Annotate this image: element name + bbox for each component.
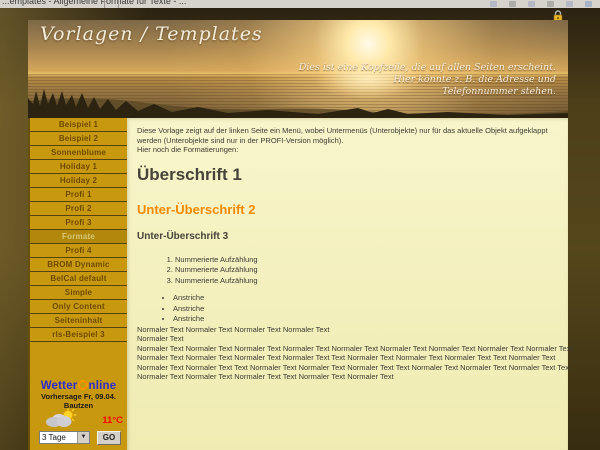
browser-toolbar-icon[interactable] <box>509 1 516 7</box>
heading-2: Unter-Überschrift 2 <box>137 202 563 217</box>
select-value: 3 Tage <box>40 432 77 443</box>
tagline-line: Dies ist eine Kopfzeile, die auf allen S… <box>299 62 556 74</box>
heading-3: Unter-Überschrift 3 <box>137 231 563 243</box>
screen: ...emplates - Allgemeine Formate für Tex… <box>0 0 600 450</box>
sidebar-item-simple[interactable]: Simple <box>30 286 127 300</box>
header-banner: Vorlagen / Templates Dies ist eine Kopfz… <box>28 20 568 118</box>
tagline-line: Hier könnte z. B. die Adresse und <box>299 74 556 86</box>
tagline-line: Telefonnummer stehen. <box>299 86 556 98</box>
normal-text-line: Normaler Text Normaler Text Normaler Tex… <box>137 325 329 334</box>
sidebar-item-formate[interactable]: Formate <box>30 230 127 244</box>
weather-widget: Wetternline Vorhersage Fr, 09.04. Bautze… <box>30 380 127 445</box>
sidebar-item-rls-beispiel-3[interactable]: rls-Beispiel 3 <box>30 328 127 342</box>
normal-text-short: Normaler Text Normaler Text Normaler Tex… <box>137 325 563 344</box>
sidebar-item-brom-dynamic[interactable]: BROM Dynamic <box>30 258 127 272</box>
intro-paragraph: Diese Vorlage zeigt auf der linken Seite… <box>137 126 567 145</box>
sidebar-item-belcal-default[interactable]: BelCal default <box>30 272 127 286</box>
weather-condition-row: 11°C <box>30 410 127 430</box>
sidebar: Beispiel 1 Beispiel 2 Sonnenblume Holida… <box>28 118 127 450</box>
normal-text-long: Normaler Text Normaler Text Normaler Tex… <box>137 344 573 382</box>
sidebar-item-beispiel-2[interactable]: Beispiel 2 <box>30 132 127 146</box>
go-button[interactable]: GO <box>97 431 121 445</box>
forecast-range-select[interactable]: 3 Tage ▼ <box>39 431 90 444</box>
browser-toolbar-icons <box>490 0 592 8</box>
sidebar-item-holiday-1[interactable]: Holiday 1 <box>30 160 127 174</box>
numbered-list: Nummerierte Aufzählung Nummerierte Aufzä… <box>137 255 563 286</box>
sidebar-item-sonnenblume[interactable]: Sonnenblume <box>30 146 127 160</box>
weather-forecast-date: Vorhersage Fr, 09.04. <box>30 392 127 401</box>
sidebar-item-holiday-2[interactable]: Holiday 2 <box>30 174 127 188</box>
main-content: Diese Vorlage zeigt auf der linken Seite… <box>127 118 568 450</box>
browser-toolbar-icon[interactable] <box>566 1 573 7</box>
temperature-value: 11°C <box>102 415 123 426</box>
sidebar-item-profi-2[interactable]: Profi 2 <box>30 202 127 216</box>
bullet-list-item: Anstriche <box>173 314 563 324</box>
sidebar-item-profi-4[interactable]: Profi 4 <box>30 244 127 258</box>
formats-intro: Hier noch die Formatierungen: <box>137 145 563 155</box>
logo-text-wetter: Wetter <box>41 380 78 392</box>
normal-text-line: Normaler Text <box>137 334 184 343</box>
sidebar-item-only-content[interactable]: Only Content <box>30 300 127 314</box>
bullet-list-item: Anstriche <box>173 304 563 314</box>
browser-toolbar-icon[interactable] <box>547 1 554 7</box>
sidebar-item-beispiel-1[interactable]: Beispiel 1 <box>30 118 127 132</box>
tab-separator <box>104 0 105 8</box>
numbered-list-item: Nummerierte Aufzählung <box>175 265 563 275</box>
site-title: Vorlagen / Templates <box>40 23 263 45</box>
heading-1: Überschrift 1 <box>137 165 563 185</box>
sidebar-item-profi-3[interactable]: Profi 3 <box>30 216 127 230</box>
sidebar-item-seiteninhalt[interactable]: Seiteninhalt <box>30 314 127 328</box>
browser-toolbar-icon[interactable] <box>585 1 592 7</box>
bullet-list: Anstriche Anstriche Anstriche <box>137 293 563 324</box>
numbered-list-item: Nummerierte Aufzählung <box>175 255 563 265</box>
wetteronline-logo[interactable]: Wetter nline <box>30 380 127 392</box>
browser-toolbar-icon[interactable] <box>490 1 497 7</box>
browser-toolbar-icon[interactable] <box>528 1 535 7</box>
dropdown-arrow-icon[interactable]: ▼ <box>77 432 89 443</box>
sun-behind-cloud-icon <box>44 408 80 433</box>
weather-controls: 3 Tage ▼ GO <box>30 430 127 445</box>
wetteronline-o-icon <box>78 380 88 390</box>
header-tagline: Dies ist eine Kopfzeile, die auf allen S… <box>299 62 556 98</box>
bullet-list-item: Anstriche <box>173 293 563 303</box>
sidebar-menu: Beispiel 1 Beispiel 2 Sonnenblume Holida… <box>30 118 127 342</box>
sidebar-item-profi-1[interactable]: Profi 1 <box>30 188 127 202</box>
logo-text-nline: nline <box>88 380 116 392</box>
browser-tab-title[interactable]: ...emplates - Allgemeine Formate für Tex… <box>2 0 186 6</box>
tab-separator <box>118 0 119 8</box>
page-background: Vorlagen / Templates Dies ist eine Kopfz… <box>0 8 600 450</box>
numbered-list-item: Nummerierte Aufzählung <box>175 276 563 286</box>
